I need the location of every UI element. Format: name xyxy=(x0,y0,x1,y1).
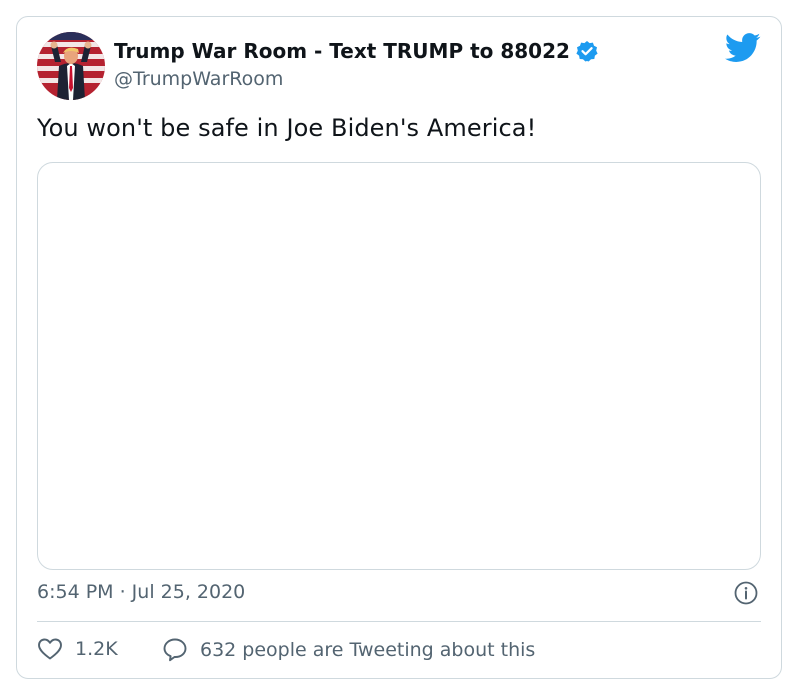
avatar[interactable] xyxy=(37,32,105,100)
conversation-text: 632 people are Tweeting about this xyxy=(200,638,536,661)
author-name-text: Trump War Room - Text TRUMP to 88022 xyxy=(114,39,570,63)
verified-badge-icon xyxy=(576,40,598,62)
author-handle[interactable]: @TrumpWarRoom xyxy=(114,68,283,90)
info-icon[interactable] xyxy=(734,581,758,605)
like-button[interactable]: 1.2K xyxy=(37,637,118,661)
heart-icon xyxy=(38,638,62,660)
twitter-bird-icon[interactable] xyxy=(725,33,761,63)
tweet-text: You won't be safe in Joe Biden's America… xyxy=(37,114,537,142)
conversation-link[interactable]: 632 people are Tweeting about this xyxy=(162,637,535,662)
speech-bubble-icon xyxy=(163,638,187,662)
author-name[interactable]: Trump War Room - Text TRUMP to 88022 xyxy=(114,39,598,63)
divider xyxy=(37,621,761,622)
like-count: 1.2K xyxy=(75,638,118,660)
media-container[interactable] xyxy=(37,162,761,570)
tweet-timestamp[interactable]: 6:54 PM · Jul 25, 2020 xyxy=(37,581,245,603)
